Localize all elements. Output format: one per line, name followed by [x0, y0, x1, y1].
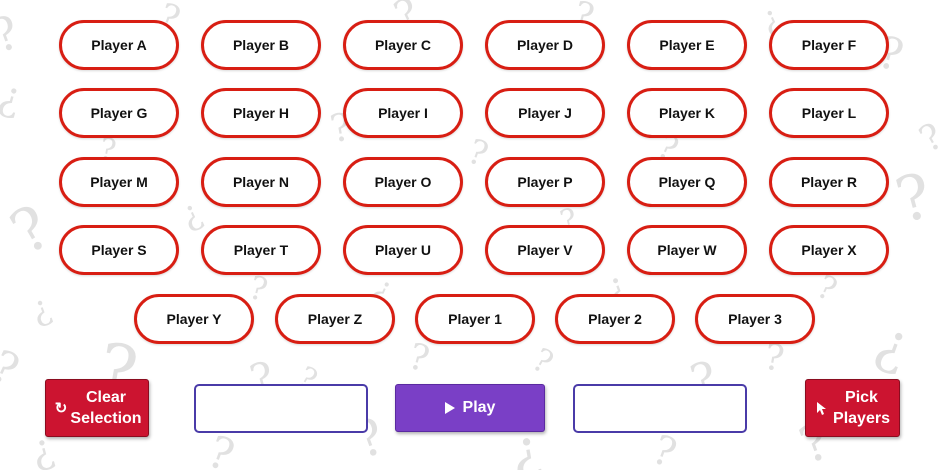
- player-button[interactable]: Player G: [59, 88, 179, 138]
- player-button[interactable]: Player I: [343, 88, 463, 138]
- player-button[interactable]: Player U: [343, 225, 463, 275]
- player-button[interactable]: Player H: [201, 88, 321, 138]
- player-button[interactable]: Player J: [485, 88, 605, 138]
- player-selection-screen: Player A Player B Player C Player D Player E…: [0, 0, 940, 470]
- play-button[interactable]: Play: [395, 384, 545, 432]
- refresh-icon: ↻: [54, 399, 68, 417]
- cursor-icon: [812, 401, 830, 416]
- clear-selection-button[interactable]: ↻ Clear Selection: [45, 379, 149, 437]
- player-button[interactable]: Player M: [59, 157, 179, 207]
- player-button[interactable]: Player Y: [134, 294, 254, 344]
- player-button[interactable]: Player D: [485, 20, 605, 70]
- player-button[interactable]: Player C: [343, 20, 463, 70]
- play-label: Play: [462, 399, 496, 416]
- player-button[interactable]: Player B: [201, 20, 321, 70]
- pick-players-label: Pick Players: [833, 389, 890, 427]
- player-button[interactable]: Player 1: [415, 294, 535, 344]
- player-button[interactable]: Player Q: [627, 157, 747, 207]
- left-blank-box[interactable]: [194, 384, 368, 433]
- player-button[interactable]: Player K: [627, 88, 747, 138]
- play-icon: [444, 402, 455, 414]
- player-button[interactable]: Player P: [485, 157, 605, 207]
- player-button[interactable]: Player T: [201, 225, 321, 275]
- player-button[interactable]: Player V: [485, 225, 605, 275]
- clear-selection-label: Clear Selection: [70, 389, 142, 427]
- player-button[interactable]: Player Z: [275, 294, 395, 344]
- player-button[interactable]: Player X: [769, 225, 889, 275]
- player-button[interactable]: Player N: [201, 157, 321, 207]
- right-blank-box[interactable]: [573, 384, 747, 433]
- player-button[interactable]: Player F: [769, 20, 889, 70]
- player-button[interactable]: Player O: [343, 157, 463, 207]
- player-button[interactable]: Player A: [59, 20, 179, 70]
- player-button[interactable]: Player W: [627, 225, 747, 275]
- player-button[interactable]: Player 2: [555, 294, 675, 344]
- player-button[interactable]: Player E: [627, 20, 747, 70]
- player-button[interactable]: Player 3: [695, 294, 815, 344]
- player-button[interactable]: Player R: [769, 157, 889, 207]
- player-button[interactable]: Player L: [769, 88, 889, 138]
- player-button[interactable]: Player S: [59, 225, 179, 275]
- pick-players-button[interactable]: Pick Players: [805, 379, 900, 437]
